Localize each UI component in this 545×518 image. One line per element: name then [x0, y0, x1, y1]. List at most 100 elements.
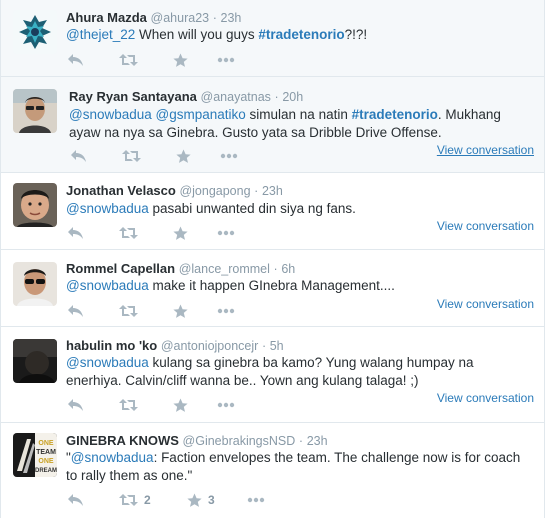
tweet-text: @snowbadua make it happen GInebra Manage…: [66, 277, 526, 295]
user-photo-icon: [13, 339, 57, 383]
tweet-actions: [70, 148, 270, 164]
retweet-count: 2: [144, 493, 151, 507]
star-icon: [173, 53, 188, 67]
logo-text: ONE: [38, 458, 54, 465]
tweet-actions: [67, 397, 267, 413]
author-name[interactable]: Jonathan Velasco: [66, 183, 176, 198]
more-button[interactable]: [217, 52, 235, 68]
logo-text: TEAM: [36, 449, 56, 456]
timestamp[interactable]: 23h: [262, 184, 283, 198]
separator: ·: [212, 11, 217, 25]
more-button[interactable]: [217, 397, 235, 413]
retweet-button[interactable]: 2: [119, 492, 151, 508]
author-handle[interactable]: @antoniojponcejr: [161, 339, 258, 353]
author-name[interactable]: Ahura Mazda: [66, 10, 147, 25]
tweet[interactable]: ONE TEAM ONE DREAM GINEBRA KNOWS @Ginebr…: [1, 423, 544, 518]
author-handle[interactable]: @jongapong: [179, 184, 250, 198]
text-segment: When will you guys: [135, 27, 259, 42]
retweet-button[interactable]: [122, 148, 141, 164]
more-button[interactable]: [217, 303, 235, 319]
reply-button[interactable]: [67, 492, 84, 508]
author-name[interactable]: Ray Ryan Santayana: [69, 89, 197, 104]
avatar[interactable]: ONE TEAM ONE DREAM: [13, 433, 57, 477]
tweet[interactable]: Rommel Capellan @lance_rommel · 6h @snow…: [1, 250, 544, 327]
timestamp[interactable]: 23h: [221, 11, 242, 25]
star-icon: [173, 226, 188, 240]
tweet-actions: 2 3: [67, 492, 287, 508]
mention-link[interactable]: @snowbadua: [71, 450, 154, 465]
avatar[interactable]: [13, 262, 57, 306]
view-conversation-link[interactable]: View conversation: [437, 391, 534, 405]
timestamp[interactable]: 20h: [282, 90, 303, 104]
mention-link[interactable]: @snowbadua: [66, 201, 149, 216]
author-name[interactable]: GINEBRA KNOWS: [66, 433, 179, 448]
reply-button[interactable]: [67, 397, 84, 413]
view-conversation-link[interactable]: View conversation: [437, 143, 534, 157]
hashtag-link[interactable]: #tradetenorio: [258, 27, 344, 42]
author-handle[interactable]: @ahura23: [151, 11, 210, 25]
mention-link[interactable]: @snowbadua: [66, 278, 149, 293]
reply-button[interactable]: [67, 225, 84, 241]
ginebra-logo-icon: ONE TEAM ONE DREAM: [13, 433, 57, 477]
tweet-text: @snowbadua kulang sa ginebra ba kamo? Yu…: [66, 354, 531, 390]
reply-icon: [68, 494, 83, 506]
avatar[interactable]: [13, 10, 57, 54]
tweet[interactable]: habulin mo 'ko @antoniojponcejr · 5h @sn…: [1, 327, 544, 423]
user-photo-icon: [13, 262, 57, 306]
tweet-actions: [67, 52, 267, 68]
more-button[interactable]: [220, 148, 238, 164]
tweet[interactable]: Jonathan Velasco @jongapong · 23h @snowb…: [1, 173, 544, 250]
separator: ·: [261, 339, 267, 353]
reply-icon: [68, 305, 83, 317]
favorite-button[interactable]: [173, 225, 188, 241]
tweet-actions: [67, 303, 267, 319]
text-segment: make it happen GInebra Management....: [148, 278, 395, 293]
more-dots-icon: [220, 153, 238, 159]
avatar[interactable]: [13, 89, 57, 133]
favorite-button[interactable]: 3: [187, 492, 215, 508]
favorite-button[interactable]: [173, 303, 188, 319]
reply-button[interactable]: [67, 52, 84, 68]
mention-link[interactable]: @thejet_22: [66, 27, 135, 42]
tweet[interactable]: Ahura Mazda @ahura23 · 23h @thejet_22 Wh…: [1, 0, 544, 77]
star-icon: [176, 149, 191, 163]
tweet-text: @snowbadua pasabi unwanted din siya ng f…: [66, 200, 526, 218]
tweet[interactable]: Ray Ryan Santayana @anayatnas · 20h @sno…: [1, 77, 544, 173]
hashtag-link[interactable]: #tradetenorio: [352, 107, 438, 122]
retweet-icon: [119, 399, 138, 411]
favorite-button[interactable]: [173, 397, 188, 413]
view-conversation-link[interactable]: View conversation: [437, 219, 534, 233]
user-photo-icon: [13, 183, 57, 227]
star-icon: [187, 493, 202, 507]
author-handle[interactable]: @lance_rommel: [179, 262, 270, 276]
retweet-button[interactable]: [119, 225, 138, 241]
timestamp[interactable]: 6h: [281, 262, 295, 276]
reply-button[interactable]: [67, 303, 84, 319]
view-conversation-link[interactable]: View conversation: [437, 297, 534, 311]
author-handle[interactable]: @GinebrakingsNSD: [183, 434, 296, 448]
retweet-icon: [119, 494, 138, 506]
reply-button[interactable]: [70, 148, 87, 164]
tweet-timeline: Ahura Mazda @ahura23 · 23h @thejet_22 Wh…: [0, 0, 545, 518]
mention-link[interactable]: @snowbadua: [66, 355, 149, 370]
author-name[interactable]: habulin mo 'ko: [66, 338, 157, 353]
favorite-button[interactable]: [176, 148, 191, 164]
text-segment: ?!?!: [344, 27, 368, 42]
mention-link[interactable]: @snowbadua: [69, 107, 152, 122]
mention-link[interactable]: @gsmpanatiko: [156, 107, 246, 122]
more-button[interactable]: [247, 492, 265, 508]
timestamp[interactable]: 23h: [307, 434, 328, 448]
retweet-button[interactable]: [119, 52, 138, 68]
favorite-button[interactable]: [173, 52, 188, 68]
author-name[interactable]: Rommel Capellan: [66, 261, 175, 276]
reply-icon: [68, 399, 83, 411]
retweet-button[interactable]: [119, 397, 138, 413]
timestamp[interactable]: 5h: [270, 339, 284, 353]
avatar[interactable]: [13, 183, 57, 227]
retweet-button[interactable]: [119, 303, 138, 319]
author-handle[interactable]: @anayatnas: [201, 90, 271, 104]
avatar[interactable]: [13, 339, 57, 383]
user-photo-icon: [13, 89, 57, 133]
more-button[interactable]: [217, 225, 235, 241]
tweet-actions: [67, 225, 267, 241]
